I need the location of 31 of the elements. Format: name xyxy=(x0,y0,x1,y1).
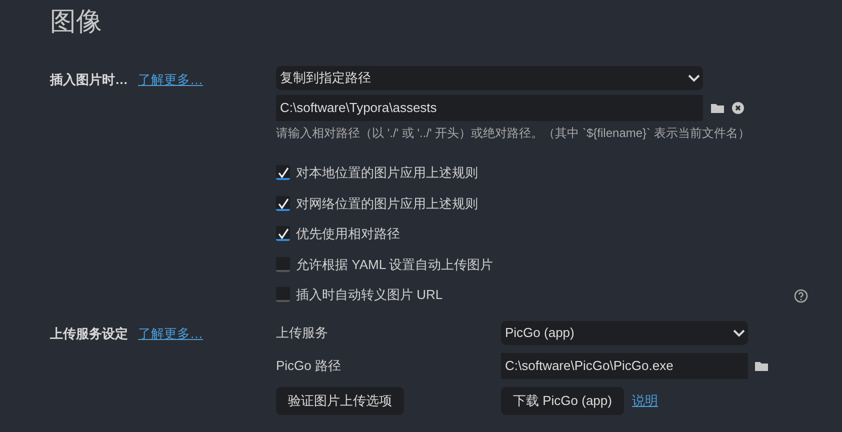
folder-icon[interactable] xyxy=(755,360,768,370)
help-icon[interactable] xyxy=(794,288,808,302)
learn-more-link[interactable]: 了解更多… xyxy=(138,324,203,343)
checkbox[interactable] xyxy=(276,287,290,302)
clear-icon[interactable] xyxy=(732,102,744,114)
download-button[interactable]: 下载 PicGo (app) xyxy=(501,386,624,414)
option-label: 允许根据 YAML 设置自动上传图片 xyxy=(296,256,494,274)
page-title: 图像 xyxy=(50,5,102,38)
option-label: 插入时自动转义图片 URL xyxy=(296,286,443,304)
option-label: 优先使用相对路径 xyxy=(296,225,400,243)
upload-service-select[interactable]: PicGo (app) xyxy=(501,320,748,344)
picgo-path-field[interactable]: C:\software\PicGo\PicGo.exe xyxy=(501,352,748,378)
field-label: 上传服务 xyxy=(276,324,329,342)
section-label: 插入图片时… xyxy=(50,71,128,89)
folder-icon[interactable] xyxy=(711,103,724,113)
checkbox[interactable] xyxy=(276,165,290,180)
chevron-down-icon xyxy=(733,328,745,336)
learn-more-link[interactable]: 了解更多… xyxy=(138,70,203,90)
path-hint: 请输入相对路径（以 './' 或 '../' 开头）或绝对路径。（其中 `${filename}` 表示当前文件名） xyxy=(276,125,750,142)
chevron-down-icon xyxy=(688,74,700,82)
insert-action-select[interactable]: 复制到指定路径 xyxy=(276,66,703,90)
path-input-field[interactable]: C:\software\Typora\assests xyxy=(276,95,703,121)
verify-button[interactable]: 验证图片上传选项 xyxy=(276,386,404,414)
field-label: PicGo 路径 xyxy=(276,356,342,375)
option-label: 对本地位置的图片应用上述规则 xyxy=(296,164,478,182)
checkbox[interactable] xyxy=(276,226,290,242)
checkbox[interactable] xyxy=(276,256,290,272)
section-label: 上传服务设定 xyxy=(50,324,128,342)
checkbox[interactable] xyxy=(276,196,290,211)
help-link[interactable]: 说明 xyxy=(632,390,658,410)
option-label: 对网络位置的图片应用上述规则 xyxy=(296,194,478,212)
